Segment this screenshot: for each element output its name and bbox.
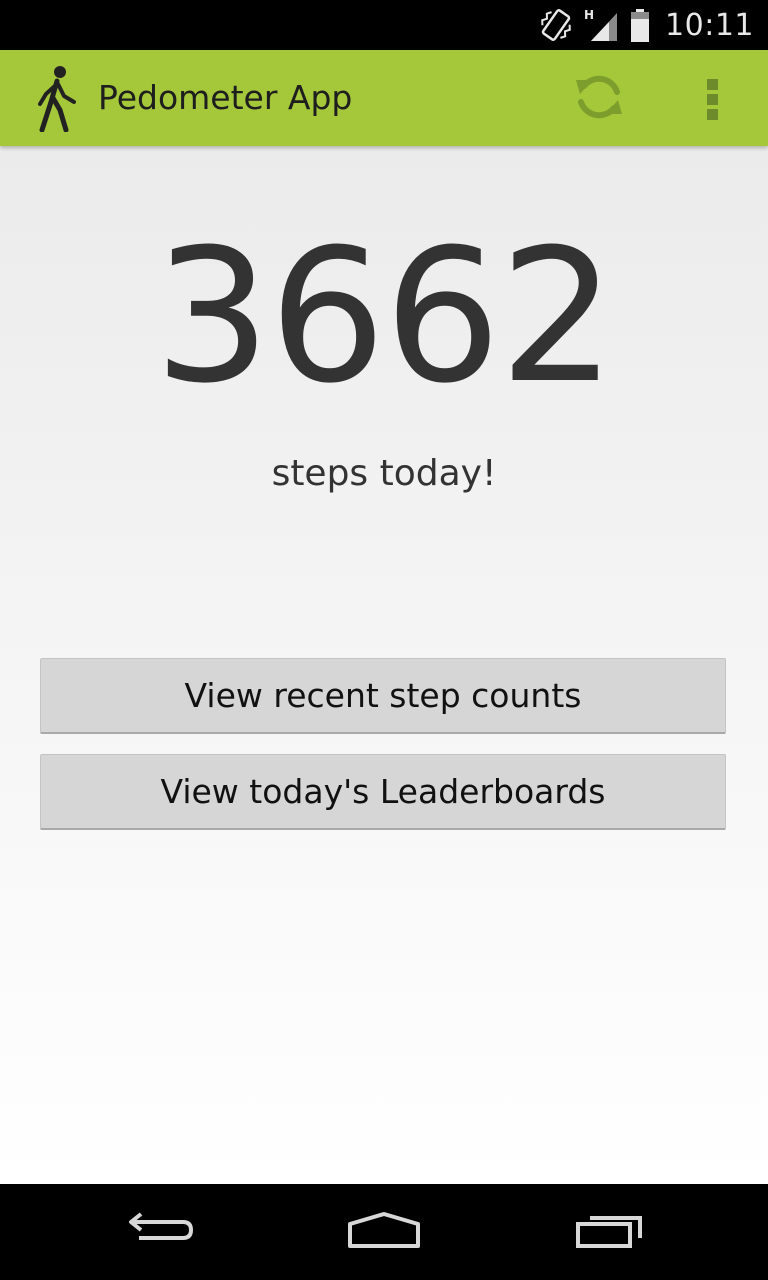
refresh-button[interactable] [566, 68, 632, 130]
back-icon [125, 1210, 195, 1255]
signal-icon: H [583, 7, 619, 43]
walking-person-icon[interactable] [30, 64, 82, 133]
home-button[interactable] [334, 1202, 434, 1262]
vibrate-icon [539, 7, 573, 43]
recents-button[interactable] [560, 1202, 660, 1262]
status-time: 10:11 [665, 7, 754, 43]
battery-icon [629, 7, 651, 43]
step-count: 3662 [153, 210, 616, 424]
overflow-menu-button[interactable] [684, 68, 740, 130]
network-type-label: H [584, 8, 594, 22]
view-leaderboards-button[interactable]: View today's Leaderboards [40, 754, 726, 830]
home-icon [346, 1210, 422, 1255]
status-bar: H 10:11 [0, 0, 768, 50]
recents-icon [574, 1210, 646, 1255]
status-icons: H 10:11 [539, 0, 754, 50]
back-button[interactable] [110, 1202, 210, 1262]
refresh-icon [572, 70, 626, 129]
main-content: 3662 steps today! View recent step count… [0, 146, 768, 1184]
action-bar: Pedometer App [0, 50, 768, 146]
app-title: Pedometer App [98, 78, 353, 117]
overflow-menu-icon [706, 75, 718, 124]
view-recent-step-counts-button[interactable]: View recent step counts [40, 658, 726, 734]
steps-label: steps today! [271, 453, 497, 494]
navigation-bar [0, 1184, 768, 1280]
